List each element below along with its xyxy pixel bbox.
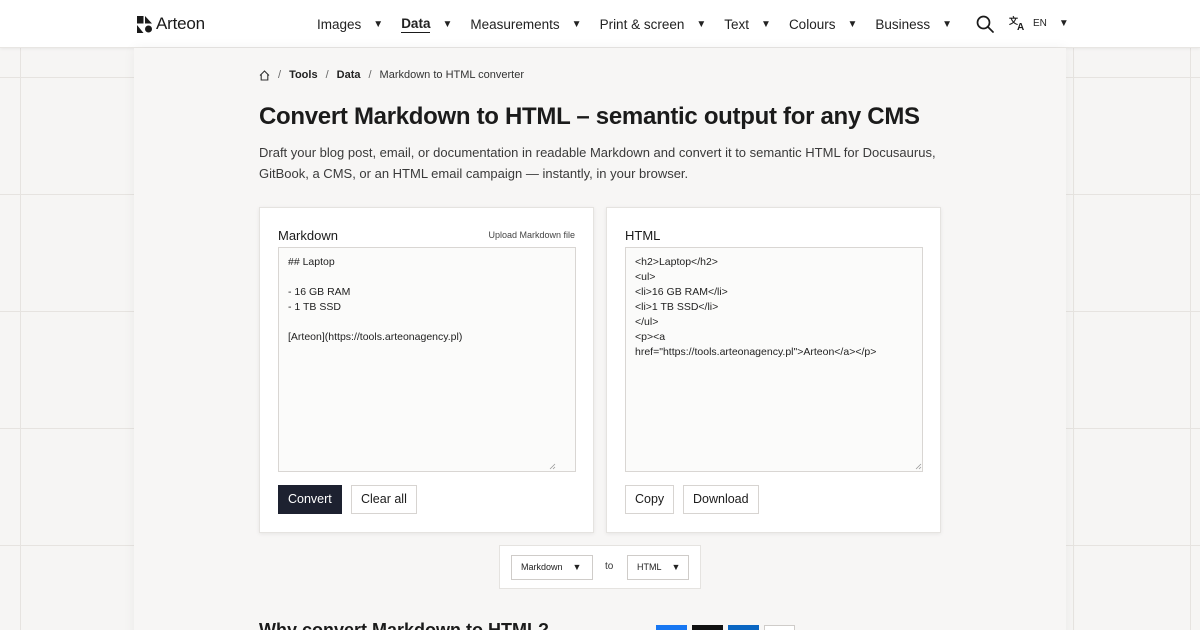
- nav-item-text[interactable]: Text ▼: [724, 0, 771, 48]
- format-switcher: Markdown ▼ to HTML ▼: [499, 545, 701, 589]
- nav-label: Data: [401, 15, 431, 33]
- html-output[interactable]: <h2>Laptop</h2> <ul> <li>16 GB RAM</li> …: [625, 247, 923, 472]
- svg-text:A: A: [1017, 22, 1024, 31]
- share-linkedin-icon[interactable]: [728, 625, 759, 630]
- breadcrumb: / Tools / Data / Markdown to HTML conver…: [259, 69, 524, 81]
- upload-markdown-link[interactable]: Upload Markdown file: [488, 230, 575, 240]
- logo[interactable]: Arteon: [137, 14, 205, 34]
- html-panel-title: HTML: [625, 228, 661, 243]
- nav-label: Print & screen: [599, 16, 685, 32]
- caret-down-icon: ▼: [572, 562, 582, 572]
- nav-item-measurements[interactable]: Measurements ▼: [470, 0, 581, 48]
- page-title: Convert Markdown to HTML – semantic outp…: [259, 103, 920, 130]
- nav-label: Business: [875, 16, 931, 32]
- from-format-select[interactable]: Markdown ▼: [511, 555, 593, 580]
- caret-down-icon: ▼: [696, 18, 707, 30]
- language-selector[interactable]: 文 A EN ▼: [1009, 15, 1069, 31]
- share-link-icon[interactable]: [764, 625, 795, 630]
- to-format-value: HTML: [637, 562, 662, 572]
- caret-down-icon: ▼: [761, 18, 771, 30]
- share-facebook-icon[interactable]: [656, 625, 687, 630]
- caret-down-icon: ▼: [571, 18, 582, 30]
- breadcrumb-item-data[interactable]: Data: [337, 69, 361, 81]
- format-switch-to-label: to: [605, 561, 614, 572]
- copy-button[interactable]: Copy: [625, 485, 675, 514]
- page-lead: Draft your blog post, email, or document…: [259, 145, 936, 181]
- nav-label: Text: [724, 16, 750, 32]
- caret-down-icon: ▼: [671, 562, 681, 572]
- breadcrumb-separator: /: [368, 69, 372, 81]
- search-icon[interactable]: [976, 15, 994, 33]
- translate-icon: 文 A: [1009, 15, 1024, 31]
- from-format-value: Markdown: [521, 562, 563, 572]
- nav-item-business[interactable]: Business ▼: [875, 0, 952, 48]
- logo-mark-icon: [137, 15, 152, 33]
- caret-down-icon: ▼: [942, 18, 953, 30]
- breadcrumb-item-current: Markdown to HTML converter: [379, 69, 525, 81]
- resize-grip-icon[interactable]: [549, 463, 556, 470]
- resize-grip-icon[interactable]: [915, 463, 922, 470]
- caret-down-icon: ▼: [1058, 17, 1069, 29]
- nav-label: Colours: [788, 16, 836, 32]
- breadcrumb-separator: /: [278, 69, 282, 81]
- markdown-panel-title: Markdown: [278, 228, 338, 243]
- nav-item-data[interactable]: Data ▼: [401, 0, 452, 48]
- breadcrumb-item-tools[interactable]: Tools: [289, 69, 318, 81]
- nav-item-print-screen[interactable]: Print & screen ▼: [600, 0, 707, 48]
- section-heading: Why convert Markdown to HTML?: [259, 620, 549, 630]
- share-x-icon[interactable]: [692, 625, 723, 630]
- logo-text: Arteon: [156, 14, 205, 33]
- to-format-select[interactable]: HTML ▼: [627, 555, 689, 580]
- download-button[interactable]: Download: [683, 485, 759, 514]
- caret-down-icon: ▼: [373, 18, 384, 30]
- nav-label: Images: [317, 16, 362, 32]
- clear-all-button[interactable]: Clear all: [351, 485, 417, 514]
- nav-item-colours[interactable]: Colours ▼: [789, 0, 857, 48]
- html-panel: HTML <h2>Laptop</h2> <ul> <li>16 GB RAM<…: [606, 207, 941, 533]
- language-code: EN: [1033, 17, 1047, 29]
- home-icon[interactable]: [259, 69, 270, 81]
- caret-down-icon: ▼: [442, 18, 453, 30]
- markdown-input[interactable]: ## Laptop - 16 GB RAM - 1 TB SSD [Arteon…: [278, 247, 576, 472]
- markdown-panel: Markdown Upload Markdown file ## Laptop …: [259, 207, 594, 533]
- breadcrumb-separator: /: [325, 69, 329, 81]
- main-nav: Images ▼ Data ▼ Measurements ▼ Print & s…: [317, 0, 970, 48]
- convert-button[interactable]: Convert: [278, 485, 342, 514]
- nav-item-images[interactable]: Images ▼: [317, 0, 383, 48]
- site-header: Arteon Images ▼ Data ▼ Measurements ▼ Pr…: [0, 0, 1200, 48]
- caret-down-icon: ▼: [847, 18, 858, 30]
- nav-label: Measurements: [470, 16, 560, 32]
